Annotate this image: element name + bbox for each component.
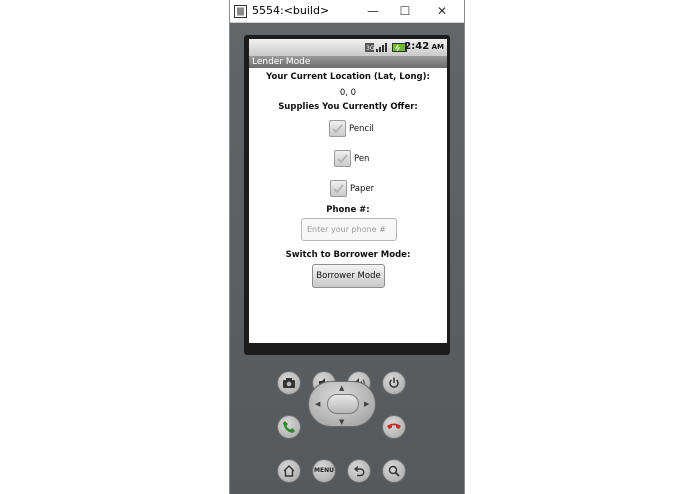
supplies-label: Supplies You Currently Offer:	[278, 102, 418, 112]
search-button[interactable]	[382, 459, 406, 483]
end-call-icon	[387, 423, 401, 429]
pencil-checkbox[interactable]	[329, 120, 346, 137]
back-icon	[353, 465, 365, 477]
minimize-button[interactable]: —	[361, 2, 385, 20]
home-icon	[283, 465, 295, 477]
camera-button[interactable]	[277, 371, 301, 395]
checkmark-icon	[337, 154, 348, 164]
end-call-button[interactable]	[382, 415, 406, 439]
checkmark-icon	[333, 184, 344, 194]
checkmark-icon	[332, 124, 343, 134]
app-content: Your Current Location (Lat, Long): 0, 0 …	[249, 68, 447, 343]
home-button[interactable]	[277, 459, 301, 483]
power-icon	[389, 377, 399, 388]
dpad-center-button[interactable]	[327, 394, 359, 414]
paper-label: Paper	[350, 184, 375, 194]
phone-label: Phone #:	[326, 205, 370, 215]
location-label: Your Current Location (Lat, Long):	[266, 72, 430, 82]
close-button[interactable]: ✕	[430, 2, 454, 20]
emulator-window: 5554:<build> — ☐ ✕ 3G 2:42 AM Lender Mod…	[229, 0, 465, 494]
pen-label: Pen	[354, 154, 370, 164]
device-screen: 3G 2:42 AM Lender Mode Your Current Loca…	[249, 39, 447, 343]
window-titlebar: 5554:<build> — ☐ ✕	[230, 0, 464, 23]
emulator-app-icon	[234, 5, 247, 18]
phone-call-icon	[283, 421, 295, 433]
dpad-down-icon: ▼	[339, 418, 345, 426]
status-bar: 3G 2:42 AM	[249, 39, 447, 56]
call-button[interactable]	[277, 415, 301, 439]
window-title: 5554:<build>	[252, 4, 330, 17]
power-button[interactable]	[382, 371, 406, 395]
phone-input[interactable]: Enter your phone #	[301, 218, 397, 241]
pen-checkbox[interactable]	[334, 150, 351, 167]
pencil-label: Pencil	[349, 124, 374, 134]
dpad-left-icon: ◀	[315, 400, 321, 408]
directional-pad[interactable]: ▲ ▼ ◀ ▶	[308, 381, 376, 427]
maximize-button[interactable]: ☐	[393, 2, 417, 20]
menu-button[interactable]: MENU	[312, 459, 336, 483]
3g-icon: 3G	[365, 43, 375, 52]
paper-checkbox[interactable]	[330, 180, 347, 197]
signal-icon	[376, 43, 387, 52]
borrower-mode-button[interactable]: Borrower Mode	[312, 264, 385, 288]
app-title-bar: Lender Mode	[249, 56, 447, 68]
svg-text:3G: 3G	[366, 45, 375, 52]
dpad-up-icon: ▲	[339, 384, 345, 392]
switch-mode-label: Switch to Borrower Mode:	[285, 250, 411, 260]
status-icons: 3G	[365, 43, 407, 52]
clock: 2:42 AM	[404, 41, 444, 52]
location-value: 0, 0	[339, 88, 357, 98]
search-icon	[388, 465, 400, 477]
dpad-right-icon: ▶	[364, 400, 370, 408]
camera-icon	[283, 378, 295, 388]
back-button[interactable]	[347, 459, 371, 483]
